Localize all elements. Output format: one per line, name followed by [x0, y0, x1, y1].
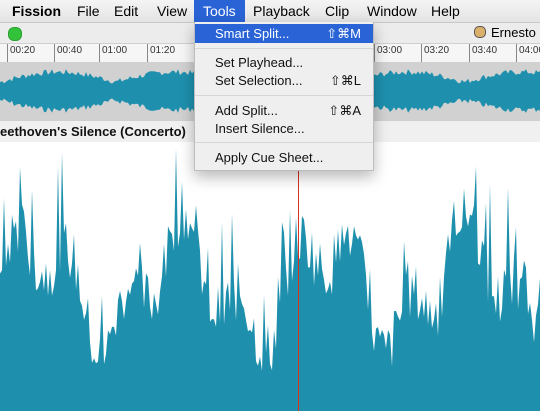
- menu-view[interactable]: View: [157, 0, 187, 22]
- ruler-tick: [147, 44, 148, 62]
- ruler-tick: [469, 44, 470, 62]
- menu-file[interactable]: File: [77, 0, 100, 22]
- ruler-label: 04:00: [519, 45, 540, 56]
- menu-separator: [195, 142, 373, 143]
- menu-item-label: Add Split...: [215, 103, 278, 118]
- playhead-line[interactable]: [298, 142, 299, 411]
- menu-item-smart-split[interactable]: Smart Split... ⇧⌘M: [195, 24, 373, 43]
- menu-item-shortcut: ⇧⌘L: [329, 73, 361, 88]
- track-title: eethoven's Silence (Concerto): [0, 124, 186, 139]
- ruler-tick: [99, 44, 100, 62]
- user-account[interactable]: Ernesto: [474, 23, 536, 43]
- menu-item-set-selection[interactable]: Set Selection... ⇧⌘L: [195, 71, 373, 90]
- ruler-tick: [54, 44, 55, 62]
- menu-item-label: Set Selection...: [215, 73, 303, 88]
- menu-app-fission[interactable]: Fission: [12, 0, 61, 22]
- ruler-tick: [374, 44, 375, 62]
- user-avatar-icon: [474, 26, 486, 38]
- menu-item-insert-silence[interactable]: Insert Silence...: [195, 119, 373, 138]
- menu-item-shortcut: ⇧⌘A: [328, 103, 361, 118]
- menu-item-apply-cue-sheet[interactable]: Apply Cue Sheet...: [195, 148, 373, 167]
- tools-menu-dropdown: Smart Split... ⇧⌘M Set Playhead... Set S…: [194, 22, 374, 171]
- menu-item-shortcut: ⇧⌘M: [326, 26, 361, 41]
- ruler-label: 01:00: [102, 45, 128, 56]
- menu-clip[interactable]: Clip: [325, 0, 349, 22]
- menu-edit[interactable]: Edit: [114, 0, 138, 22]
- menu-playback[interactable]: Playback: [253, 0, 310, 22]
- ruler-label: 00:20: [10, 45, 36, 56]
- ruler-label: 01:20: [150, 45, 176, 56]
- menu-window[interactable]: Window: [367, 0, 417, 22]
- menu-item-set-playhead[interactable]: Set Playhead...: [195, 53, 373, 72]
- ruler-tick: [7, 44, 8, 62]
- menu-item-label: Set Playhead...: [215, 55, 304, 70]
- menu-item-label: Insert Silence...: [215, 121, 305, 136]
- ruler-label: 03:00: [377, 45, 403, 56]
- window-zoom-button[interactable]: [8, 27, 22, 41]
- menu-item-label: Apply Cue Sheet...: [215, 150, 324, 165]
- menu-item-add-split[interactable]: Add Split... ⇧⌘A: [195, 101, 373, 120]
- user-name: Ernesto: [491, 25, 536, 40]
- menu-item-label: Smart Split...: [215, 26, 290, 41]
- menu-tools[interactable]: Tools: [194, 0, 245, 22]
- menu-separator: [195, 95, 373, 96]
- main-waveform-graphic: [0, 148, 540, 411]
- ruler-label: 03:40: [472, 45, 498, 56]
- main-waveform[interactable]: [0, 142, 540, 411]
- ruler-label: 00:40: [57, 45, 83, 56]
- menu-separator: [195, 48, 373, 49]
- ruler-tick: [421, 44, 422, 62]
- ruler-label: 03:20: [424, 45, 450, 56]
- ruler-tick: [516, 44, 517, 62]
- menu-help[interactable]: Help: [431, 0, 460, 22]
- menu-bar: Fission File Edit View Tools Playback Cl…: [0, 0, 540, 23]
